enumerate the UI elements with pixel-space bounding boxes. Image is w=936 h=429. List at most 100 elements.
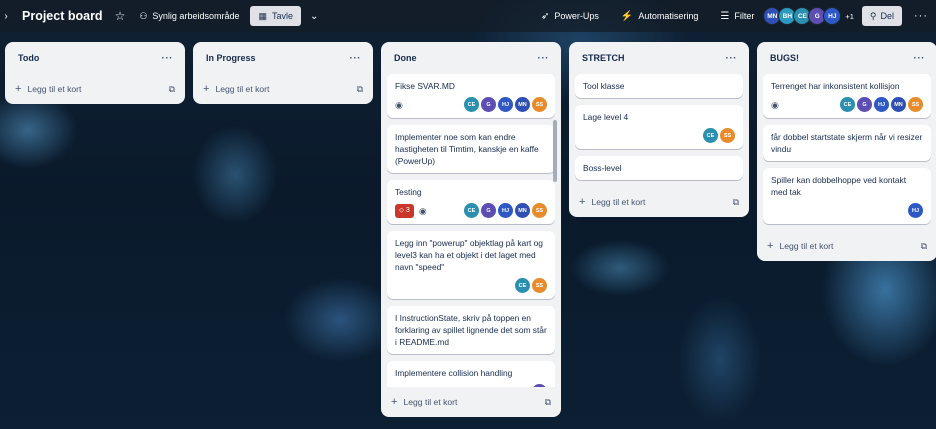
template-icon[interactable]: ⧉ bbox=[357, 84, 363, 95]
list-menu-icon[interactable]: ··· bbox=[538, 53, 550, 64]
list-header[interactable]: BUGS! ··· bbox=[757, 42, 936, 74]
list-stretch: STRETCH ··· Tool klasse Lage level 4 CE SS B… bbox=[569, 42, 749, 217]
card[interactable]: I InstructionState, skriv på toppen en f… bbox=[387, 306, 555, 354]
card[interactable]: Implementere collision handling G bbox=[387, 361, 555, 387]
template-icon[interactable]: ⧉ bbox=[921, 241, 927, 252]
avatar[interactable]: G bbox=[532, 384, 547, 387]
card-title: Legg inn "powerup" objektlag på kart og … bbox=[395, 238, 543, 272]
list-title[interactable]: In Progress bbox=[206, 53, 256, 63]
avatar[interactable]: MN bbox=[891, 97, 906, 112]
list-menu-icon[interactable]: ··· bbox=[726, 53, 738, 64]
avatar[interactable]: HJ bbox=[498, 203, 513, 218]
view-label: Tavle bbox=[271, 11, 293, 21]
card-members: HJ bbox=[908, 203, 923, 218]
card-badges: ⬦ 3 ◉ CE G HJ MN SS bbox=[395, 203, 547, 218]
view-board-button[interactable]: ▦ Tavle bbox=[250, 6, 301, 26]
card[interactable]: Fikse SVAR.MD ◉ CE G HJ MN SS bbox=[387, 74, 555, 118]
avatar[interactable]: HJ bbox=[908, 203, 923, 218]
lightning-icon: ⚡ bbox=[620, 10, 634, 22]
add-card-button[interactable]: + Legg til et kort ⧉ bbox=[5, 74, 185, 104]
board-title[interactable]: Project board bbox=[22, 9, 103, 23]
avatar[interactable]: SS bbox=[532, 203, 547, 218]
template-icon[interactable]: ⧉ bbox=[169, 84, 175, 95]
plus-icon: + bbox=[203, 83, 210, 95]
list-title[interactable]: BUGS! bbox=[770, 53, 799, 63]
card[interactable]: Spiller kan dobbelhoppe ved kontakt med … bbox=[763, 168, 931, 224]
add-card-button[interactable]: + Legg til et kort ⧉ bbox=[569, 187, 749, 217]
avatar[interactable]: G bbox=[481, 97, 496, 112]
extra-members-count[interactable]: +1 bbox=[845, 12, 854, 21]
add-card-button[interactable]: + Legg til et kort ⧉ bbox=[381, 387, 561, 417]
card-title: Tool klasse bbox=[583, 81, 625, 91]
star-icon[interactable]: ☆ bbox=[115, 9, 126, 23]
card[interactable]: Tool klasse bbox=[575, 74, 743, 98]
visibility-button[interactable]: ⚇ Synlig arbeidsområde bbox=[139, 11, 239, 22]
card[interactable]: Testing ⬦ 3 ◉ CE G HJ MN SS bbox=[387, 180, 555, 224]
avatar[interactable]: G bbox=[857, 97, 872, 112]
powerups-button[interactable]: ➶ Power-Ups bbox=[541, 11, 599, 22]
board-members[interactable]: MN BH CE G HJ bbox=[763, 7, 842, 25]
list-header[interactable]: Todo ··· bbox=[5, 42, 185, 74]
plus-icon: + bbox=[391, 396, 398, 408]
template-icon[interactable]: ⧉ bbox=[733, 197, 739, 208]
watching-icon: ◉ bbox=[395, 99, 403, 110]
avatar[interactable]: SS bbox=[532, 97, 547, 112]
card-title: Terrenget har inkonsistent kollisjon bbox=[771, 81, 900, 91]
card-title: Lage level 4 bbox=[583, 112, 629, 122]
filter-button[interactable]: ☰ Filter bbox=[720, 11, 754, 22]
sidebar-toggle-icon[interactable]: › bbox=[0, 0, 12, 32]
card-title: Boss-level bbox=[583, 163, 622, 173]
add-card-button[interactable]: + Legg til et kort ⧉ bbox=[757, 231, 936, 261]
avatar[interactable]: HJ bbox=[498, 97, 513, 112]
card-title: I InstructionState, skriv på toppen en f… bbox=[395, 313, 547, 347]
list-menu-icon[interactable]: ··· bbox=[914, 53, 926, 64]
avatar[interactable]: MN bbox=[515, 97, 530, 112]
card-list: Tool klasse Lage level 4 CE SS Boss-level bbox=[569, 74, 749, 180]
avatar[interactable]: CE bbox=[464, 203, 479, 218]
card-members: G bbox=[532, 384, 547, 387]
board-view-icon: ▦ bbox=[258, 10, 267, 21]
list-title[interactable]: Todo bbox=[18, 53, 39, 63]
avatar[interactable]: SS bbox=[908, 97, 923, 112]
filter-icon: ☰ bbox=[720, 10, 730, 22]
avatar[interactable]: G bbox=[481, 203, 496, 218]
add-person-icon: ⚲ bbox=[869, 10, 877, 21]
avatar[interactable]: HJ bbox=[823, 7, 842, 25]
chevron-down-icon[interactable]: ⌄ bbox=[310, 11, 318, 22]
list-header[interactable]: In Progress ··· bbox=[193, 42, 373, 74]
list-title[interactable]: Done bbox=[394, 53, 417, 63]
card-list: Terrenget har inkonsistent kollisjon ◉ CE G… bbox=[757, 74, 936, 224]
add-card-label: Legg til et kort bbox=[215, 84, 270, 94]
card[interactable]: Legg inn "powerup" objektlag på kart og … bbox=[387, 231, 555, 299]
card-badges: ◉ CE G HJ MN SS bbox=[395, 97, 547, 112]
card[interactable]: får dobbel startstate skjerm når vi resi… bbox=[763, 125, 931, 161]
list-menu-icon[interactable]: ··· bbox=[350, 53, 362, 64]
avatar[interactable]: SS bbox=[720, 128, 735, 143]
list-header[interactable]: STRETCH ··· bbox=[569, 42, 749, 74]
automation-button[interactable]: ⚡ Automatisering bbox=[621, 11, 698, 22]
avatar[interactable]: CE bbox=[515, 278, 530, 293]
list-menu-icon[interactable]: ··· bbox=[162, 53, 174, 64]
badge-count: 3 bbox=[405, 206, 410, 214]
card-title: Spiller kan dobbelhoppe ved kontakt med … bbox=[771, 175, 907, 197]
rocket-icon: ➶ bbox=[540, 10, 550, 22]
avatar[interactable]: CE bbox=[464, 97, 479, 112]
scrollbar[interactable] bbox=[553, 120, 557, 182]
card[interactable]: Implementer noe som kan endre hastighete… bbox=[387, 125, 555, 173]
add-card-button[interactable]: + Legg til et kort ⧉ bbox=[193, 74, 373, 104]
avatar[interactable]: HJ bbox=[874, 97, 889, 112]
avatar[interactable]: MN bbox=[515, 203, 530, 218]
more-icon[interactable]: ··· bbox=[914, 10, 928, 22]
card[interactable]: Lage level 4 CE SS bbox=[575, 105, 743, 149]
template-icon[interactable]: ⧉ bbox=[545, 397, 551, 408]
add-card-label: Legg til et kort bbox=[403, 397, 458, 407]
avatar[interactable]: SS bbox=[532, 278, 547, 293]
share-button[interactable]: ⚲ Del bbox=[861, 6, 902, 26]
card-members: CE SS bbox=[703, 128, 735, 143]
avatar[interactable]: CE bbox=[703, 128, 718, 143]
card[interactable]: Boss-level bbox=[575, 156, 743, 180]
card[interactable]: Terrenget har inkonsistent kollisjon ◉ CE G… bbox=[763, 74, 931, 118]
list-header[interactable]: Done ··· bbox=[381, 42, 561, 74]
list-title[interactable]: STRETCH bbox=[582, 53, 625, 63]
avatar[interactable]: CE bbox=[840, 97, 855, 112]
